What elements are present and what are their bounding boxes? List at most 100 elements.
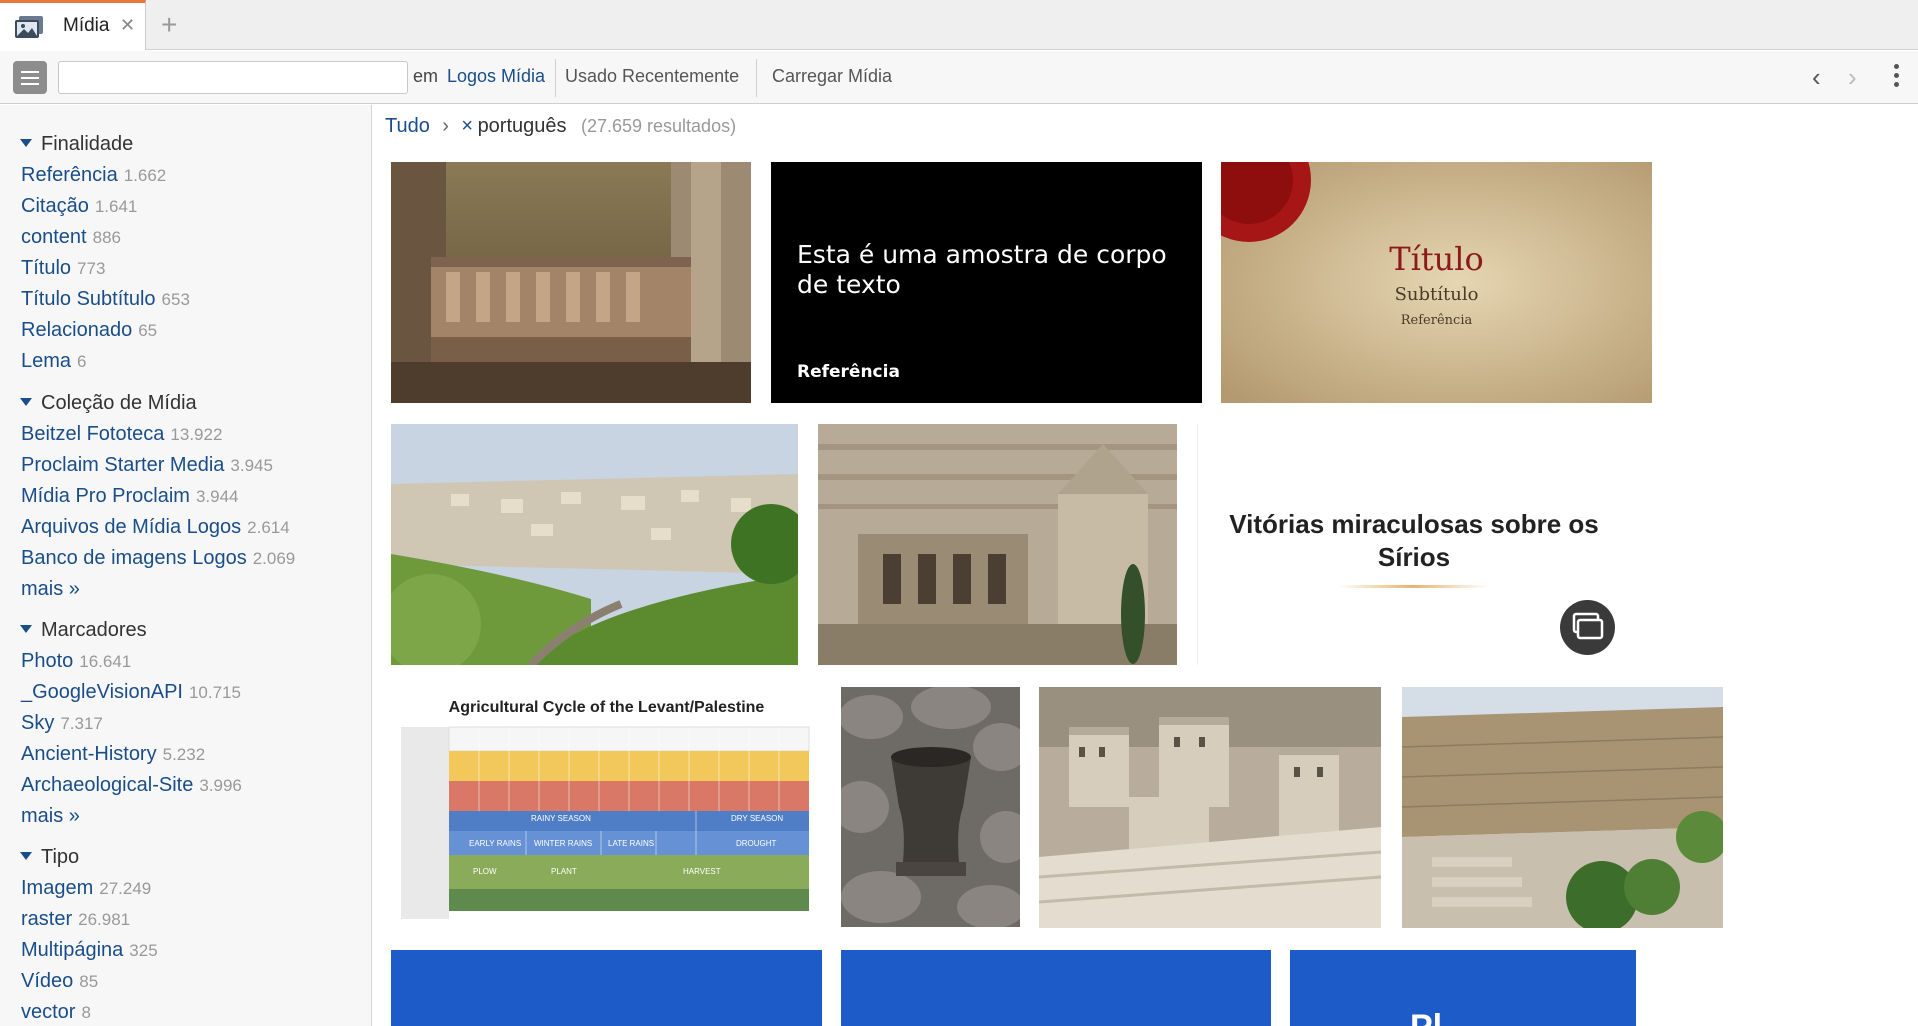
facet-item-count: 13.922: [170, 425, 223, 444]
facet-item[interactable]: Photo 16.641: [21, 650, 131, 673]
media-thumbnail[interactable]: [391, 424, 798, 665]
slide-title-text: Título: [1389, 240, 1484, 278]
facet-item[interactable]: Lema 6: [21, 350, 87, 373]
more-link[interactable]: mais »: [21, 805, 80, 828]
facet-title: Coleção de Mídia: [41, 392, 197, 414]
facet-item[interactable]: Citação 1.641: [21, 195, 137, 218]
plus-icon[interactable]: +: [161, 9, 177, 41]
facet-item[interactable]: Proclaim Starter Media 3.945: [21, 454, 273, 477]
media-thumbnail[interactable]: [841, 950, 1271, 1026]
facet-item[interactable]: Imagem 27.249: [21, 877, 151, 900]
facet-item-label: Ancient-History: [21, 743, 157, 765]
facet-item-label: Título Subtítulo: [21, 288, 156, 310]
facet-item[interactable]: raster 26.981: [21, 908, 130, 931]
facet-item[interactable]: Multipágina 325: [21, 939, 158, 962]
chevron-left-icon[interactable]: ‹: [1812, 62, 1821, 93]
breadcrumb-separator: ›: [442, 115, 449, 137]
facet-item[interactable]: Relacionado 65: [21, 319, 157, 342]
facet-header[interactable]: Tipo: [20, 846, 79, 872]
facet-item-count: 5.232: [162, 745, 206, 764]
media-thumbnail[interactable]: [841, 687, 1020, 927]
facet-header[interactable]: Finalidade: [20, 133, 133, 159]
facet-item[interactable]: Vídeo 85: [21, 970, 98, 993]
multi-page-icon[interactable]: [1560, 600, 1615, 655]
facet-item-count: 27.249: [99, 879, 152, 898]
facet-item[interactable]: Sky 7.317: [21, 712, 103, 735]
close-icon[interactable]: ✕: [120, 15, 135, 36]
slide-reference-text: Referência: [797, 362, 900, 382]
facet-item[interactable]: Título Subtítulo 653: [21, 288, 190, 311]
tab-strip: Mídia ✕ +: [0, 0, 1918, 50]
blue-slide-1: [391, 950, 392, 951]
breadcrumb-all-link[interactable]: Tudo: [385, 115, 430, 137]
slide-text: Vitórias miraculosas sobre os Sírios: [1229, 509, 1599, 572]
facet-item-count: 1.641: [94, 197, 138, 216]
slide-partial-text: Pl: [1410, 1008, 1442, 1026]
caret-down-icon: [20, 625, 32, 633]
stone-mortar-photo: [841, 687, 1020, 927]
facet-item-label: Imagem: [21, 877, 94, 899]
facet-item-label: Referência: [21, 164, 118, 186]
facet-item-label: Lema: [21, 350, 72, 372]
temple-model-photo: [1039, 687, 1381, 928]
active-filter: português: [477, 115, 567, 137]
slide-reference-text: Referência: [1400, 313, 1473, 328]
kidron-valley-photo: [391, 424, 798, 665]
facet-item-label: Photo: [21, 650, 74, 672]
season-label: DRY SEASON: [731, 814, 784, 823]
tab-media[interactable]: Mídia ✕: [0, 0, 146, 50]
media-thumbnail[interactable]: Título Subtítulo Referência: [1221, 162, 1652, 403]
facet-item-count: 3.996: [199, 776, 242, 795]
facet-item[interactable]: content 886: [21, 226, 121, 249]
media-thumbnail[interactable]: [391, 162, 751, 403]
facet-item[interactable]: _GoogleVisionAPI 10.715: [21, 681, 241, 704]
facet-item-label: raster: [21, 908, 73, 930]
remove-filter-icon[interactable]: ×: [461, 115, 473, 137]
facet-item-label: Título: [21, 257, 72, 279]
southern-wall-photo: [1402, 687, 1723, 928]
facet-item-count: 7.317: [60, 714, 103, 733]
toolbar: em Logos Mídia Usado Recentemente Carreg…: [0, 51, 1918, 104]
facet-item[interactable]: Referência 1.662: [21, 164, 166, 187]
season-label: LATE RAINS: [608, 839, 655, 848]
facet-item-label: Sky: [21, 712, 55, 734]
facet-item[interactable]: Ancient-History 5.232: [21, 743, 205, 766]
more-vertical-icon[interactable]: [1894, 64, 1900, 90]
facet-item[interactable]: Título 773: [21, 257, 105, 280]
media-thumbnail[interactable]: Agricultural Cycle of the Levant/Palesti…: [391, 687, 822, 928]
season-label: EARLY RAINS: [469, 839, 522, 848]
blue-slide-2: [841, 950, 842, 951]
upload-button[interactable]: Carregar Mídia: [772, 66, 892, 87]
hamburger-menu-icon[interactable]: [13, 61, 47, 94]
facet-item[interactable]: vector 8: [21, 1001, 91, 1024]
caret-down-icon: [20, 139, 32, 147]
agricultural-cycle-chart: [401, 726, 810, 919]
media-gallery-icon: [15, 16, 43, 38]
media-thumbnail[interactable]: Pl: [1290, 950, 1636, 1026]
facet-item-count: 773: [77, 259, 106, 278]
chevron-right-icon[interactable]: ›: [1848, 62, 1857, 93]
facet-item[interactable]: Beitzel Fototeca 13.922: [21, 423, 222, 446]
facet-item-label: Vídeo: [21, 970, 74, 992]
more-link[interactable]: mais »: [21, 578, 80, 601]
facet-header[interactable]: Marcadores: [20, 619, 147, 645]
facet-header[interactable]: Coleção de Mídia: [20, 392, 197, 418]
facet-item-count: 1.662: [123, 166, 167, 185]
facet-item[interactable]: Archaeological-Site 3.996: [21, 774, 242, 797]
media-thumbnail[interactable]: [818, 424, 1177, 665]
recent-button[interactable]: Usado Recentemente: [565, 66, 739, 87]
facet-item-count: 65: [138, 321, 158, 340]
caret-down-icon: [20, 398, 32, 406]
media-thumbnail[interactable]: Esta é uma amostra de corpo de texto Ref…: [771, 162, 1202, 403]
toolbar-divider: [756, 59, 757, 97]
facet-item-label: content: [21, 226, 87, 248]
media-thumbnail[interactable]: [1039, 687, 1381, 928]
facet-item[interactable]: Banco de imagens Logos 2.069: [21, 547, 295, 570]
search-input[interactable]: [58, 61, 408, 94]
media-thumbnail[interactable]: [1402, 687, 1723, 928]
facet-item[interactable]: Mídia Pro Proclaim 3.944: [21, 485, 238, 508]
scope-link[interactable]: Logos Mídia: [447, 66, 545, 87]
season-label: PLOW: [473, 867, 497, 876]
facet-item[interactable]: Arquivos de Mídia Logos 2.614: [21, 516, 290, 539]
media-thumbnail[interactable]: [391, 950, 822, 1026]
